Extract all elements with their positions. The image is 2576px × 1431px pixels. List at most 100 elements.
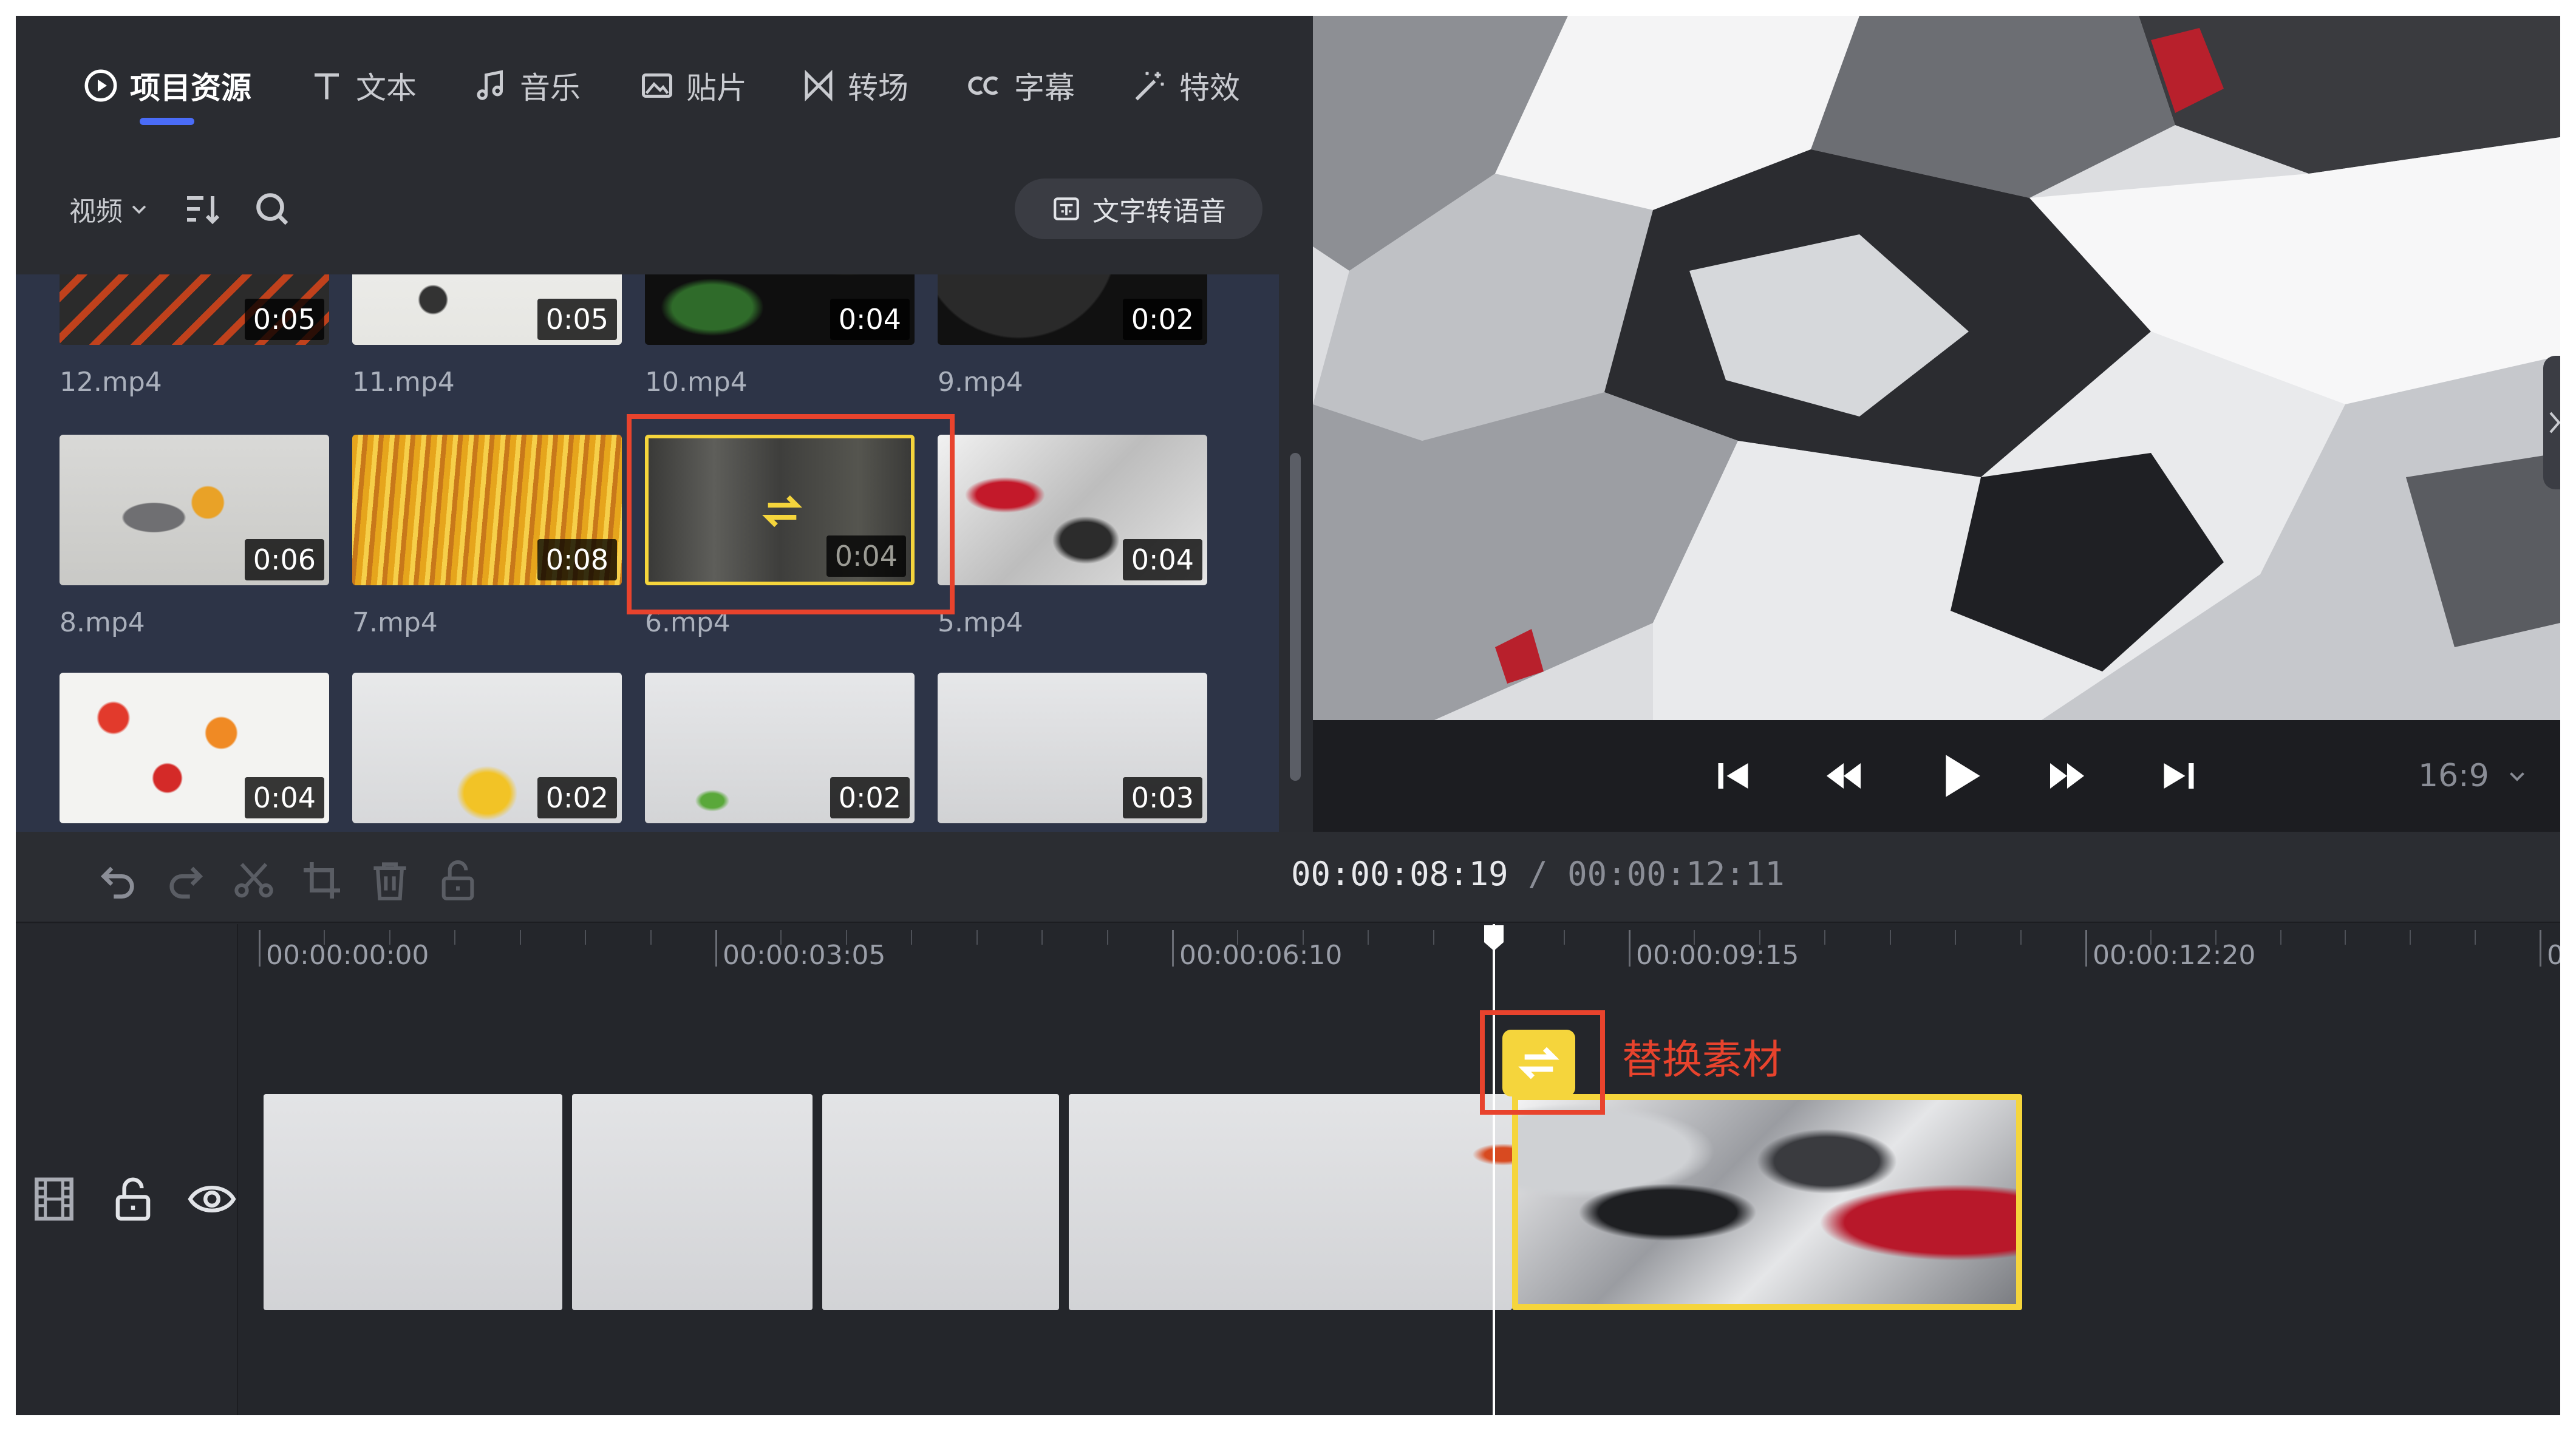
- media-thumbnail: 0:02: [938, 274, 1207, 345]
- tab-transition[interactable]: 转场: [800, 52, 908, 119]
- play-circle-icon: [83, 67, 119, 104]
- ruler-label: 00:00:12:20: [2093, 940, 2256, 971]
- aspect-ratio-dropdown[interactable]: 16:9: [2418, 756, 2528, 795]
- text-icon: [308, 67, 345, 104]
- timeline-clip[interactable]: [822, 1094, 1059, 1310]
- replace-icon: [1518, 1047, 1559, 1079]
- delete-icon[interactable]: [366, 856, 414, 905]
- ruler-minor-tick: [1759, 930, 1760, 945]
- media-type-label: 视频: [69, 196, 123, 227]
- ruler-minor-tick: [1433, 930, 1434, 945]
- ruler-minor-tick: [2020, 930, 2022, 945]
- playhead[interactable]: [1484, 924, 1504, 1415]
- total-time: 00:00:12:11: [1567, 855, 1785, 893]
- time-separator: /: [1508, 855, 1568, 893]
- timeline-clip[interactable]: [572, 1094, 813, 1310]
- media-filename: 11.mp4: [352, 367, 455, 398]
- ruler-minor-tick: [2150, 930, 2152, 945]
- media-duration: 0:04: [244, 777, 324, 818]
- timeline-clip[interactable]: [264, 1094, 562, 1310]
- search-icon[interactable]: [250, 187, 294, 231]
- ruler-minor-tick: [780, 930, 782, 945]
- ruler-minor-tick: [520, 930, 521, 945]
- media-thumbnail: 0:03: [938, 673, 1207, 823]
- video-preview[interactable]: [1313, 16, 2560, 720]
- media-duration: 0:02: [1122, 299, 1202, 340]
- media-thumbnail: 0:05: [60, 274, 329, 345]
- play-icon[interactable]: [1927, 744, 1991, 807]
- skip-to-start-icon[interactable]: [1708, 750, 1759, 801]
- undo-icon[interactable]: [94, 856, 142, 905]
- fast-forward-icon[interactable]: [2042, 750, 2093, 801]
- tab-sticker[interactable]: 贴片: [639, 52, 747, 119]
- video-track: [238, 997, 2560, 1415]
- ruler-minor-tick: [585, 930, 586, 945]
- media-type-dropdown[interactable]: 视频: [69, 185, 149, 233]
- media-filename: 9.mp4: [938, 367, 1023, 398]
- ruler-minor-tick: [2410, 930, 2411, 945]
- tab-label: 音乐: [520, 70, 581, 106]
- media-scrollbar[interactable]: [1290, 453, 1301, 781]
- media-duration: 0:05: [537, 299, 617, 340]
- ruler-minor-tick: [1955, 930, 1956, 945]
- ruler-minor-tick: [1368, 930, 1369, 945]
- ruler-minor-tick: [389, 930, 390, 945]
- film-strip-icon[interactable]: [28, 1173, 80, 1225]
- cc-icon: [967, 67, 1003, 104]
- unlock-icon[interactable]: [434, 856, 482, 905]
- timeline-clip[interactable]: [1069, 1094, 1512, 1310]
- timeline-clip-selected[interactable]: [1512, 1094, 2022, 1310]
- ruler-label: 00:00:03:05: [723, 940, 886, 971]
- tab-label: 转场: [848, 70, 908, 106]
- filter-bar: 视频 文字转语音: [16, 178, 1313, 239]
- preview-frame: [1313, 16, 2560, 720]
- chevron-right-icon: [2549, 412, 2560, 433]
- tab-bar: 项目资源 文本 音乐 贴片 转场 字幕 特效: [16, 16, 1313, 137]
- ruler-minor-tick: [911, 930, 912, 945]
- ruler-tick: [715, 930, 717, 967]
- tab-label: 文本: [356, 70, 417, 106]
- editor-window: 项目资源 文本 音乐 贴片 转场 字幕 特效 视频 文字转语音 0:05 12.…: [16, 16, 2560, 1415]
- timeline-ruler[interactable]: 00:00:00:00 00:00:03:05 00:00:06:10 00:0…: [238, 924, 2560, 997]
- sort-icon[interactable]: [180, 187, 223, 231]
- ruler-minor-tick: [454, 930, 455, 945]
- panel-collapse-handle[interactable]: [2543, 356, 2560, 489]
- tab-label: 字幕: [1014, 70, 1075, 106]
- skip-to-end-icon[interactable]: [2153, 750, 2204, 801]
- crop-icon[interactable]: [298, 856, 346, 905]
- current-time: 00:00:08:19: [1291, 855, 1508, 893]
- ruler-tick: [1172, 930, 1174, 967]
- selected-media-callout: [627, 414, 955, 614]
- transition-icon: [800, 67, 837, 104]
- timeline-toolbar: 00:00:08:19 / 00:00:12:11: [16, 832, 2560, 923]
- scissors-icon[interactable]: [230, 856, 278, 905]
- tab-music[interactable]: 音乐: [472, 52, 581, 119]
- tab-label: 项目资源: [130, 70, 251, 106]
- ruler-minor-tick: [1564, 930, 1565, 945]
- tab-effects[interactable]: 特效: [1132, 52, 1240, 119]
- ruler-label: 00:00:09:15: [1636, 940, 1799, 971]
- media-duration: 0:02: [830, 777, 910, 818]
- tab-subtitle[interactable]: 字幕: [967, 52, 1075, 119]
- media-thumbnail: 0:06: [60, 435, 329, 585]
- text-to-speech-icon: [1054, 197, 1079, 220]
- ruler-minor-tick: [1041, 930, 1043, 945]
- ruler-label: 00:00:00:00: [266, 940, 429, 971]
- track-unlock-icon[interactable]: [107, 1173, 159, 1225]
- media-duration: 0:08: [537, 539, 617, 580]
- ruler-tick: [1629, 930, 1630, 967]
- playhead-handle[interactable]: [1483, 924, 1505, 952]
- tab-text[interactable]: 文本: [308, 52, 417, 119]
- replace-material-button[interactable]: [1502, 1030, 1575, 1096]
- media-thumbnail: 0:04: [938, 435, 1207, 585]
- ruler-minor-tick: [2345, 930, 2346, 945]
- media-thumbnail: 0:05: [352, 274, 622, 345]
- rewind-icon[interactable]: [1818, 750, 1869, 801]
- redo-icon[interactable]: [162, 856, 210, 905]
- tab-project-resources[interactable]: 项目资源: [83, 52, 251, 119]
- ruler-minor-tick: [2475, 930, 2476, 945]
- ruler-minor-tick: [324, 930, 325, 945]
- tab-label: 特效: [1179, 70, 1240, 106]
- text-to-speech-button[interactable]: 文字转语音: [1015, 178, 1262, 239]
- eye-icon[interactable]: [186, 1173, 238, 1225]
